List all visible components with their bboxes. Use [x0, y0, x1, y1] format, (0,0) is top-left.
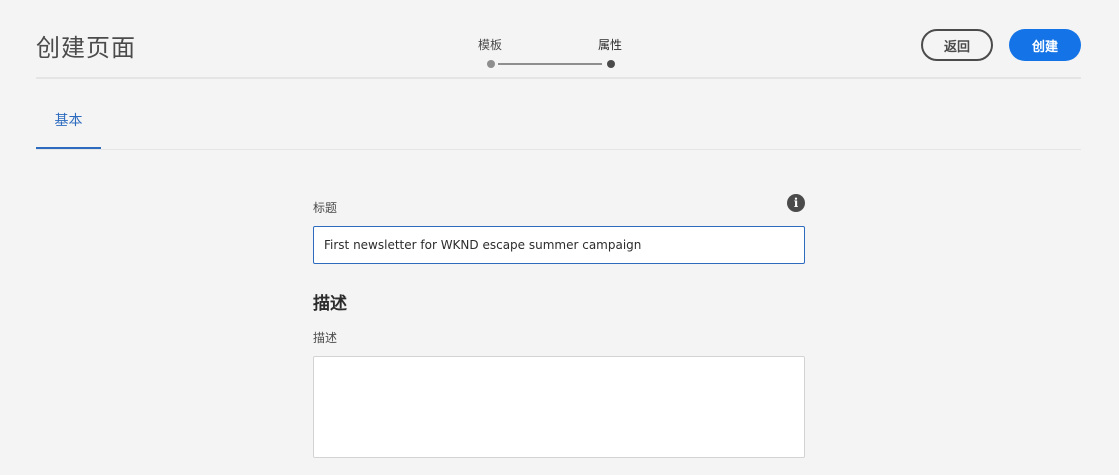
header-divider	[36, 77, 1081, 79]
step-properties-dot	[607, 60, 615, 68]
info-icon[interactable]: i	[787, 194, 805, 212]
step-template-label: 模板	[478, 38, 503, 52]
back-button[interactable]: 返回	[921, 29, 993, 61]
create-page-wizard: 创建页面 模板 属性 返回 创建 基本 标题 i 描述 描述	[0, 0, 1119, 475]
description-field-label: 描述	[313, 331, 338, 345]
step-connector	[498, 63, 602, 65]
description-section-heading: 描述	[313, 294, 347, 314]
tab-basic[interactable]: 基本	[36, 102, 101, 150]
step-properties-label: 属性	[598, 38, 623, 52]
page-title: 创建页面	[36, 34, 136, 62]
tab-divider	[36, 149, 1081, 150]
create-button[interactable]: 创建	[1009, 29, 1081, 61]
title-field-label: 标题	[313, 201, 338, 215]
step-template-dot[interactable]	[487, 60, 495, 68]
wizard-stepper: 模板 属性	[476, 36, 636, 72]
title-input[interactable]	[313, 226, 805, 264]
description-textarea[interactable]	[313, 356, 805, 458]
